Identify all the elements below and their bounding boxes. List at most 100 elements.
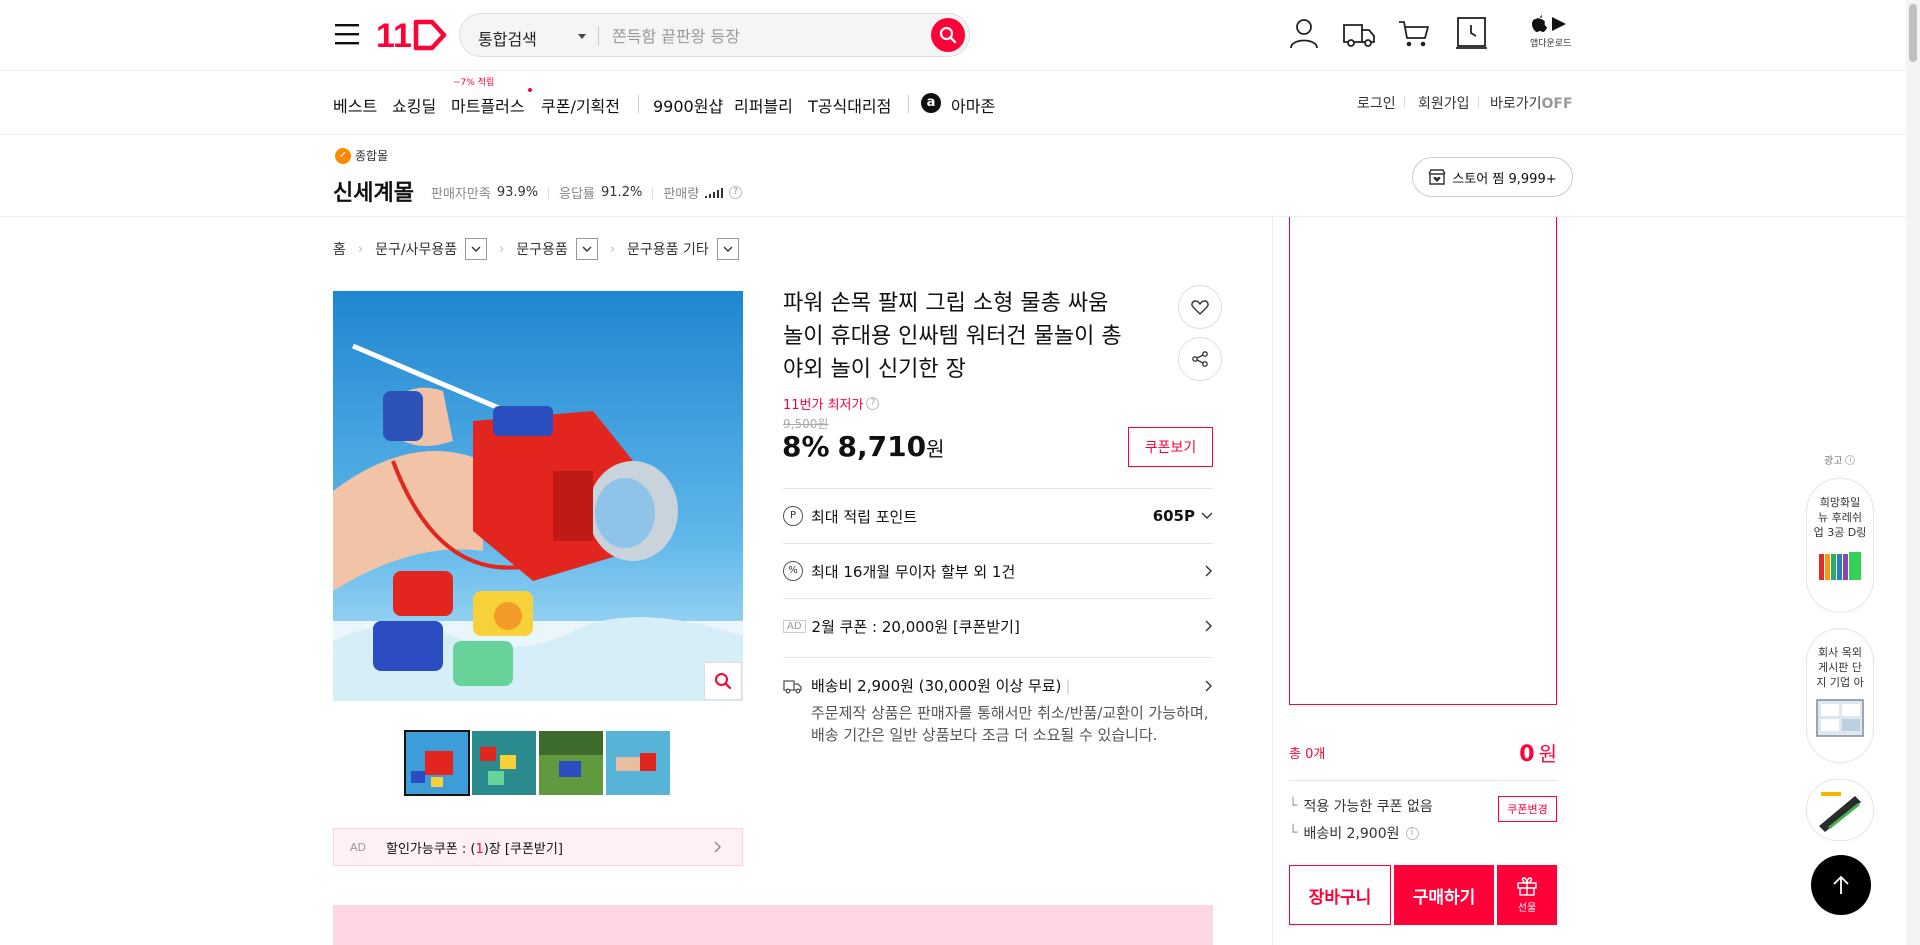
magnifier-icon bbox=[715, 673, 732, 690]
chevron-right-icon bbox=[1205, 680, 1212, 691]
nav-mart-plus[interactable]: 마트플러스 bbox=[451, 93, 525, 117]
chevron-right-icon: › bbox=[499, 241, 505, 257]
point-row[interactable]: P 최대 적립 포인트 605P bbox=[783, 488, 1213, 543]
user-icon[interactable] bbox=[1287, 16, 1321, 50]
gift-icon bbox=[1517, 877, 1537, 896]
logo-text: 11 bbox=[376, 17, 412, 53]
discount-rate: 8% bbox=[782, 430, 830, 463]
delivery-truck-icon[interactable] bbox=[1342, 16, 1376, 50]
buy-now-button[interactable]: 구매하기 bbox=[1394, 865, 1494, 925]
logo-11st[interactable]: 11 bbox=[376, 17, 448, 53]
thumbnail-3[interactable] bbox=[539, 731, 603, 795]
gift-label: 선물 bbox=[1517, 903, 1537, 914]
nav-divider bbox=[1404, 96, 1405, 108]
share-button[interactable] bbox=[1178, 337, 1222, 381]
login-link[interactable]: 로그인 bbox=[1357, 93, 1396, 113]
store-follow-button[interactable]: 스토어 찜 9,999+ bbox=[1412, 157, 1573, 197]
ad-card-2[interactable]: 회사 옥외 게시판 단지 기업 아 bbox=[1806, 628, 1874, 763]
breadcrumb-dropdown-1[interactable] bbox=[465, 238, 488, 260]
nav-refurbly[interactable]: 리퍼블리 bbox=[734, 93, 793, 117]
chevron-down-icon bbox=[582, 246, 592, 252]
shipping-note: 주문제작 상품은 판매자를 통해서만 취소/반품/교환이 가능하며, 배송 기간… bbox=[811, 704, 1209, 744]
help-icon[interactable]: ? bbox=[866, 397, 880, 410]
new-dot bbox=[528, 88, 532, 92]
breadcrumb-home[interactable]: 홈 bbox=[333, 239, 346, 259]
point-icon: P bbox=[783, 506, 803, 526]
ad-tag: AD bbox=[783, 619, 806, 633]
breadcrumb-dropdown-2[interactable] bbox=[575, 238, 598, 260]
product-main-image[interactable] bbox=[333, 291, 743, 701]
point-value: 605P bbox=[1152, 507, 1195, 525]
nav-divider bbox=[1478, 96, 1479, 108]
search-input[interactable] bbox=[612, 22, 902, 50]
promo-banner[interactable] bbox=[333, 905, 1213, 945]
thumbnail-1[interactable] bbox=[404, 730, 470, 796]
info-icon[interactable]: i bbox=[1405, 826, 1419, 840]
scroll-to-top-button[interactable] bbox=[1811, 855, 1871, 915]
ad-label: 광고 i bbox=[1824, 452, 1856, 467]
help-icon[interactable]: ? bbox=[729, 186, 743, 199]
nav-coupon[interactable]: 쿠폰/기획전 bbox=[541, 93, 620, 117]
thumbnail-2[interactable] bbox=[472, 731, 536, 795]
ad-card-2-text: 회사 옥외 게시판 단지 기업 아 bbox=[1816, 646, 1864, 689]
shipping-fee-text: 배송비 2,900원 bbox=[1303, 826, 1400, 842]
satisfaction-value: 93.9% bbox=[496, 185, 539, 200]
nav-divider bbox=[908, 95, 909, 113]
gift-button[interactable]: 선물 bbox=[1497, 865, 1557, 925]
ad-card-1-text: 희망화일 뉴 후레쉬 업 3공 D링 bbox=[1813, 496, 1867, 539]
wishlist-button[interactable] bbox=[1178, 285, 1222, 329]
feb-coupon-row[interactable]: AD 2월 쿠폰 : 20,000원 [쿠폰받기] bbox=[783, 598, 1213, 653]
ad-card-1[interactable]: 희망화일 뉴 후레쉬 업 3공 D링 bbox=[1806, 478, 1874, 613]
breadcrumb-level-2[interactable]: 문구용품 bbox=[516, 239, 568, 259]
ad-tag: AD bbox=[350, 840, 366, 854]
sale-price: 8,710 bbox=[837, 430, 927, 463]
add-to-cart-button[interactable]: 장바구니 bbox=[1289, 865, 1391, 925]
amazon-icon[interactable]: a bbox=[921, 93, 941, 113]
nav-amazon[interactable]: 아마존 bbox=[951, 93, 995, 117]
total-row: 총 0개 0원 bbox=[1289, 738, 1557, 767]
mart-badge: ~7% 적립 bbox=[453, 78, 495, 88]
caret-down-icon[interactable] bbox=[578, 34, 586, 39]
nav-best[interactable]: 베스트 bbox=[333, 93, 377, 117]
scrollbar-track[interactable] bbox=[1906, 0, 1920, 945]
installment-row[interactable]: % 최대 16개월 무이자 할부 외 1건 bbox=[783, 543, 1213, 598]
store-follow-label: 스토어 찜 9,999+ bbox=[1452, 171, 1557, 187]
recent-view-icon[interactable] bbox=[1455, 16, 1489, 50]
scrollbar-thumb[interactable] bbox=[1909, 4, 1917, 62]
ad-card-3[interactable] bbox=[1806, 779, 1874, 841]
option-box[interactable] bbox=[1289, 217, 1557, 705]
nav-9900-shop[interactable]: 9900원샵 bbox=[653, 93, 723, 117]
breadcrumb-level-1[interactable]: 문구/사무용품 bbox=[375, 239, 457, 259]
main-nav: 베스트 쇼킹딜 ~7% 적립 마트플러스 쿠폰/기획전 9900원샵 리퍼블리 … bbox=[0, 71, 1920, 135]
search-category[interactable]: 통합검색 bbox=[478, 26, 537, 50]
nav-t-official[interactable]: T공식대리점 bbox=[808, 93, 891, 117]
header: 11 통합검색 앱다운로드 bbox=[0, 0, 1920, 71]
installment-text: 최대 16개월 무이자 할부 외 1건 bbox=[811, 562, 1016, 581]
breadcrumb-level-3[interactable]: 문구용품 기타 bbox=[627, 239, 709, 259]
chevron-right-icon bbox=[1205, 565, 1212, 577]
thumbnail-4[interactable] bbox=[606, 731, 670, 795]
cart-icon[interactable] bbox=[1397, 16, 1431, 50]
breadcrumb-dropdown-3[interactable] bbox=[716, 238, 739, 260]
product-ad-image bbox=[1815, 788, 1865, 834]
search-button[interactable] bbox=[931, 18, 965, 52]
zoom-button[interactable] bbox=[704, 662, 742, 700]
app-download[interactable]: 앱다운로드 bbox=[1530, 15, 1572, 49]
nav-shocking-deal[interactable]: 쇼킹딜 bbox=[392, 93, 436, 117]
search-icon bbox=[939, 26, 957, 44]
app-store-icon bbox=[1532, 15, 1566, 32]
percent-icon: % bbox=[783, 561, 803, 581]
coupon-bar[interactable]: AD 할인가능쿠폰 : (1)장 [쿠폰받기] bbox=[333, 828, 743, 866]
info-icon[interactable]: i bbox=[1845, 454, 1856, 465]
total-amount: 0원 bbox=[1519, 742, 1557, 767]
coupon-change-button[interactable]: 쿠폰변경 bbox=[1498, 796, 1557, 822]
heart-icon bbox=[1191, 300, 1209, 315]
signup-link[interactable]: 회원가입 bbox=[1418, 93, 1470, 113]
shortcut-toggle[interactable]: 바로가기OFF bbox=[1490, 93, 1573, 113]
store-type-label: 종합몰 bbox=[355, 149, 389, 163]
sales-label: 판매량 bbox=[663, 187, 700, 202]
menu-icon[interactable] bbox=[335, 22, 361, 46]
app-download-label: 앱다운로드 bbox=[1530, 39, 1572, 49]
coupon-view-button[interactable]: 쿠폰보기 bbox=[1128, 427, 1213, 467]
store-name[interactable]: 신세계몰 bbox=[333, 175, 414, 207]
